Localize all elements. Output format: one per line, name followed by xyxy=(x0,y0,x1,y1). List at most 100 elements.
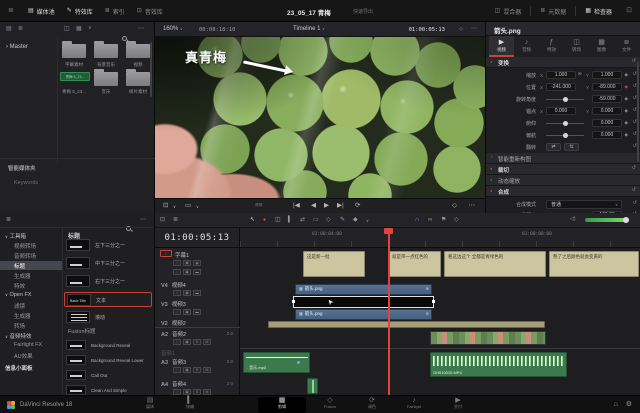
folder-item[interactable] xyxy=(126,44,150,58)
metadata-toggle[interactable]: 元数据 xyxy=(540,7,566,16)
fx-tree-fairlightfx[interactable]: Fairlight FX xyxy=(14,342,42,348)
fx-tree-video-transitions[interactable]: 视频转场 xyxy=(14,242,36,250)
page-cut[interactable]: 快编 xyxy=(172,397,208,410)
subtitle-clip[interactable]: 熟了之后颜色就会变黄的 xyxy=(549,251,639,277)
page-fairlight[interactable]: Fairlight xyxy=(396,397,432,409)
playhead-head[interactable] xyxy=(384,228,393,234)
video-clip-filmstrip[interactable] xyxy=(430,331,546,345)
composite-section[interactable]: 合成 xyxy=(486,186,640,197)
pitch-field[interactable]: 0.000 xyxy=(592,119,622,127)
title-item-selected[interactable]: Basic Title文本 xyxy=(64,292,152,307)
visibility-toggle[interactable]: ◉ xyxy=(193,260,201,266)
viewer-zoom-select[interactable]: 160% xyxy=(163,26,183,32)
keyframe-enabled-icon[interactable] xyxy=(490,167,492,171)
tab-audio[interactable]: 音频 xyxy=(514,36,539,57)
dynamic-zoom-section[interactable]: 动态缩放 xyxy=(486,175,640,186)
tab-file[interactable]: 文件 xyxy=(614,36,639,57)
folder-item[interactable] xyxy=(94,72,118,86)
linked-selection-icon[interactable] xyxy=(428,217,432,223)
track-a4[interactable]: A4音频4 xyxy=(161,380,186,388)
fx-group-audiofx[interactable]: 音频特效 xyxy=(5,332,31,340)
keyframe-icon[interactable] xyxy=(625,73,628,78)
sound-library-toggle[interactable]: 音效库 xyxy=(137,7,163,16)
audio-clip-source[interactable]: GH010015.MP4 xyxy=(430,352,567,377)
tab-transition[interactable]: 转场 xyxy=(564,36,589,57)
settings-gear-icon[interactable] xyxy=(626,401,632,408)
thumb-view-icon[interactable] xyxy=(64,26,70,32)
rotation-slider[interactable] xyxy=(546,99,584,101)
reset-section-icon[interactable] xyxy=(632,166,636,171)
folder-item[interactable] xyxy=(62,44,86,58)
zoom-y-field[interactable]: 1.000 xyxy=(592,71,622,79)
volume-automation-line[interactable] xyxy=(246,357,308,358)
keyframe-icon[interactable] xyxy=(625,121,628,126)
razor-tool-icon[interactable] xyxy=(340,217,345,223)
fx-tree-titles[interactable]: 标题 xyxy=(0,261,62,270)
subtitle-clip[interactable]: 看这边这个 全都是青绿色的 xyxy=(444,251,546,277)
track-a2[interactable]: A2音频2 xyxy=(161,330,186,338)
track-v3[interactable]: V3视频3 xyxy=(161,300,186,308)
fusion-title-item[interactable]: Background Reveal xyxy=(64,339,152,354)
go-to-start-button[interactable] xyxy=(293,203,300,210)
format-toggle[interactable]: ▬ xyxy=(193,269,201,275)
transform-tool-button[interactable] xyxy=(163,203,168,210)
inspector-toggle[interactable]: 检查器 xyxy=(585,7,612,16)
auto-select-toggle[interactable]: ▫ xyxy=(173,309,181,315)
folder-item[interactable] xyxy=(94,44,118,58)
keyframe-icon[interactable] xyxy=(625,97,628,102)
jog-wheel[interactable] xyxy=(255,203,263,210)
expand-panel-icon[interactable] xyxy=(626,7,632,14)
composite-mode-select[interactable]: 普通 xyxy=(546,200,622,209)
timeline-ruler[interactable]: 01:00:04:00 01:00:08:00 xyxy=(240,228,640,248)
chevron-down-icon[interactable] xyxy=(173,205,176,209)
lock-toggle[interactable]: ▣ xyxy=(183,367,191,373)
chevron-down-icon[interactable] xyxy=(196,205,199,209)
page-fusion[interactable]: Fusion xyxy=(312,397,348,409)
anchor-y-field[interactable]: 0.000 xyxy=(592,107,622,115)
fusion-title-item[interactable]: Clean And Simple xyxy=(64,384,152,395)
position-x-field[interactable]: -241.000 xyxy=(546,83,576,91)
visibility-toggle[interactable]: ▬ xyxy=(193,309,201,315)
inspector-scrollbar[interactable] xyxy=(637,62,639,162)
track-a3[interactable]: A3音频3 xyxy=(161,358,186,366)
fx-more-icon[interactable] xyxy=(140,217,146,223)
fx-tree-ofx-transitions[interactable]: 转场 xyxy=(14,322,25,330)
auto-select-toggle[interactable]: ▫ xyxy=(173,269,181,275)
fx-tree-generators[interactable]: 生成器 xyxy=(14,272,31,280)
selection-mode-icon[interactable] xyxy=(250,217,255,223)
timeline-view-options-icon[interactable] xyxy=(160,217,165,223)
crop-tool-button[interactable] xyxy=(185,203,191,210)
track-v2[interactable]: V2视频2 xyxy=(161,319,186,327)
track-a1-dim[interactable]: 音频1 xyxy=(161,349,175,357)
tab-video[interactable]: 视频 xyxy=(489,36,514,57)
mixer-toggle[interactable]: 混合器 xyxy=(495,7,522,16)
timeline-name-select[interactable]: Timeline 1 xyxy=(293,26,325,32)
title-item[interactable]: 左下三分之一 xyxy=(64,238,152,253)
auto-select-toggle[interactable]: ▫ xyxy=(173,290,181,296)
auto-select-toggle[interactable]: ▫ xyxy=(173,367,181,373)
bin-tree-root[interactable]: Master xyxy=(6,44,28,50)
go-to-end-button[interactable] xyxy=(337,203,344,210)
audio-clip-small[interactable] xyxy=(307,378,318,394)
playhead-line[interactable] xyxy=(388,228,390,395)
trim-edit-icon[interactable] xyxy=(275,217,281,223)
reset-section-icon[interactable] xyxy=(632,188,636,193)
slider-knob[interactable] xyxy=(563,121,568,126)
lock-toggle[interactable]: ▣ xyxy=(183,290,191,296)
subtitle-clip[interactable]: 这是新一批 xyxy=(303,251,365,277)
bin-view-icon[interactable] xyxy=(6,26,12,32)
viewer-options-icon[interactable] xyxy=(471,26,477,32)
slider-knob[interactable] xyxy=(563,133,568,138)
transport-more-icon[interactable] xyxy=(469,203,476,210)
mute-toggle[interactable]: M xyxy=(203,339,211,345)
match-frame-icon[interactable] xyxy=(452,203,457,210)
tab-image[interactable]: 图像 xyxy=(589,36,614,57)
yaw-field[interactable]: 0.000 xyxy=(592,131,622,139)
keyframe-icon[interactable] xyxy=(625,133,628,138)
smart-reframe-section[interactable]: 智能重新构图 xyxy=(486,153,640,164)
fx-tree-au[interactable]: AU效果 xyxy=(14,352,33,360)
chevron-down-icon[interactable] xyxy=(366,219,369,223)
flag-icon[interactable] xyxy=(441,217,446,223)
media-pool-toggle[interactable]: 媒体池 xyxy=(28,7,55,16)
grid-view-icon[interactable] xyxy=(76,26,82,32)
